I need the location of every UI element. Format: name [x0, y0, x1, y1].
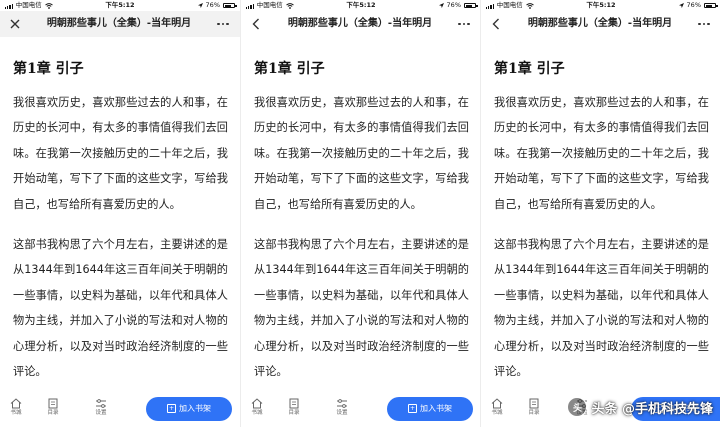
reader-panel-3: 中国电信 下午5:12 76% 明朝那些事儿（全集）-当年明月 第1章 引子 我… [480, 0, 720, 427]
chapter-content[interactable]: 第1章 引子 我很喜欢历史，喜欢那些过去的人和事，在历史的长河中，有太多的事情值… [241, 37, 481, 393]
chapter-title: 第1章 引子 [254, 61, 325, 77]
paragraph: 我很喜欢历史，喜欢那些过去的人和事，在历史的长河中，有太多的事情值得我们去回味。… [494, 96, 709, 211]
tab-catalog[interactable]: 目录 [281, 398, 307, 418]
more-icon[interactable] [453, 15, 475, 33]
tab-label: 设置 [336, 410, 348, 416]
tab-label: 书城 [10, 410, 22, 416]
location-icon [678, 3, 684, 8]
more-icon[interactable] [212, 15, 234, 33]
page-title: 明朝那些事儿（全集）-当年明月 [46, 18, 192, 29]
battery-level [705, 4, 713, 7]
battery-percent: 76% [686, 1, 701, 9]
more-icon[interactable] [693, 15, 715, 33]
add-to-shelf-button[interactable]: + 加入书架 [146, 397, 232, 421]
paragraph: 这部书我构思了六个月左右，主要讲述的是从1344年到1644年这三百年间关于明朝… [494, 238, 709, 379]
chapter-title: 第1章 引子 [494, 61, 565, 77]
add-to-shelf-button[interactable]: + 加入书架 [387, 397, 473, 421]
bottom-toolbar: 书城 目录 设置 +加入书架 [0, 393, 240, 427]
battery-percent: 76% [446, 1, 461, 9]
paragraph: 我很喜欢历史，喜欢那些过去的人和事，在历史的长河中，有太多的事情值得我们去回味。… [13, 96, 228, 211]
nav-bar: 明朝那些事儿（全集）-当年明月 [241, 11, 481, 37]
close-icon[interactable] [6, 15, 24, 33]
tab-label: 目录 [288, 410, 300, 416]
chapter-content[interactable]: 第1章 引子 我很喜欢历史，喜欢那些过去的人和事，在历史的长河中，有太多的事情值… [481, 37, 720, 393]
bottom-toolbar: 书城 目录 设置 +加入书架 [241, 393, 481, 427]
chapter-content[interactable]: 第1章 引子 我很喜欢历史，喜欢那些过去的人和事，在历史的长河中，有太多的事情值… [0, 37, 240, 393]
battery-percent: 76% [205, 1, 220, 9]
tab-bookstore[interactable]: 书城 [3, 398, 29, 418]
battery-icon [223, 3, 237, 8]
status-bar: 中国电信 下午5:12 76% [0, 0, 240, 11]
tab-catalog[interactable]: 目录 [521, 398, 547, 418]
reader-panel-2: 中国电信 下午5:12 76% 明朝那些事儿（全集）-当年明月 第1章 引子 我… [240, 0, 481, 427]
reader-panel-1: 中国电信 下午5:12 76% 明朝那些事儿（全集）-当年明月 第1章 引子 我… [0, 0, 240, 427]
tab-label: 目录 [47, 410, 59, 416]
add-to-shelf-label: 加入书架 [179, 404, 211, 413]
status-right: 76% [438, 0, 478, 11]
battery-level [224, 4, 232, 7]
page-title: 明朝那些事儿（全集）-当年明月 [527, 18, 673, 29]
paragraph: 这部书我构思了六个月左右，主要讲述的是从1344年到1644年这三百年间关于明朝… [254, 238, 469, 379]
tab-label: 书城 [251, 410, 263, 416]
settings-sliders-icon [96, 399, 106, 408]
battery-icon [704, 3, 718, 8]
plus-icon: + [408, 404, 417, 413]
home-icon [491, 398, 503, 409]
location-icon [197, 3, 203, 8]
add-to-shelf-label: 加入书架 [420, 404, 452, 413]
plus-icon: + [167, 404, 176, 413]
tab-label: 设置 [95, 410, 107, 416]
status-right: 76% [197, 0, 237, 11]
paragraph: 我很喜欢历史，喜欢那些过去的人和事，在历史的长河中，有太多的事情值得我们去回味。… [254, 96, 469, 211]
settings-sliders-icon [337, 399, 347, 408]
catalog-icon [289, 398, 299, 409]
catalog-icon [48, 398, 58, 409]
watermark: 头 头条 @手机科技先锋 [567, 397, 713, 417]
tab-settings[interactable]: 设置 [88, 398, 114, 418]
chapter-title: 第1章 引子 [13, 61, 84, 77]
tab-catalog[interactable]: 目录 [40, 398, 66, 418]
tab-settings[interactable]: 设置 [329, 398, 355, 418]
catalog-icon [529, 398, 539, 409]
tab-label: 书城 [491, 410, 503, 416]
tab-bookstore[interactable]: 书城 [244, 398, 270, 418]
status-bar: 中国电信 下午5:12 76% [241, 0, 481, 11]
nav-bar: 明朝那些事儿（全集）-当年明月 [0, 11, 240, 37]
toutiao-logo-icon: 头 [567, 397, 588, 417]
battery-level [465, 4, 473, 7]
location-icon [438, 3, 444, 8]
home-icon [10, 398, 22, 409]
back-icon[interactable] [487, 15, 505, 33]
tab-label: 目录 [528, 410, 540, 416]
home-icon [251, 398, 263, 409]
status-right: 76% [678, 0, 718, 11]
nav-bar: 明朝那些事儿（全集）-当年明月 [481, 11, 720, 37]
battery-icon [464, 3, 478, 8]
status-bar: 中国电信 下午5:12 76% [481, 0, 720, 11]
tab-bookstore[interactable]: 书城 [484, 398, 510, 418]
back-icon[interactable] [247, 15, 265, 33]
paragraph: 这部书我构思了六个月左右，主要讲述的是从1344年到1644年这三百年间关于明朝… [13, 238, 228, 379]
page-title: 明朝那些事儿（全集）-当年明月 [287, 18, 433, 29]
watermark-text: 头条 @手机科技先锋 [591, 401, 713, 417]
